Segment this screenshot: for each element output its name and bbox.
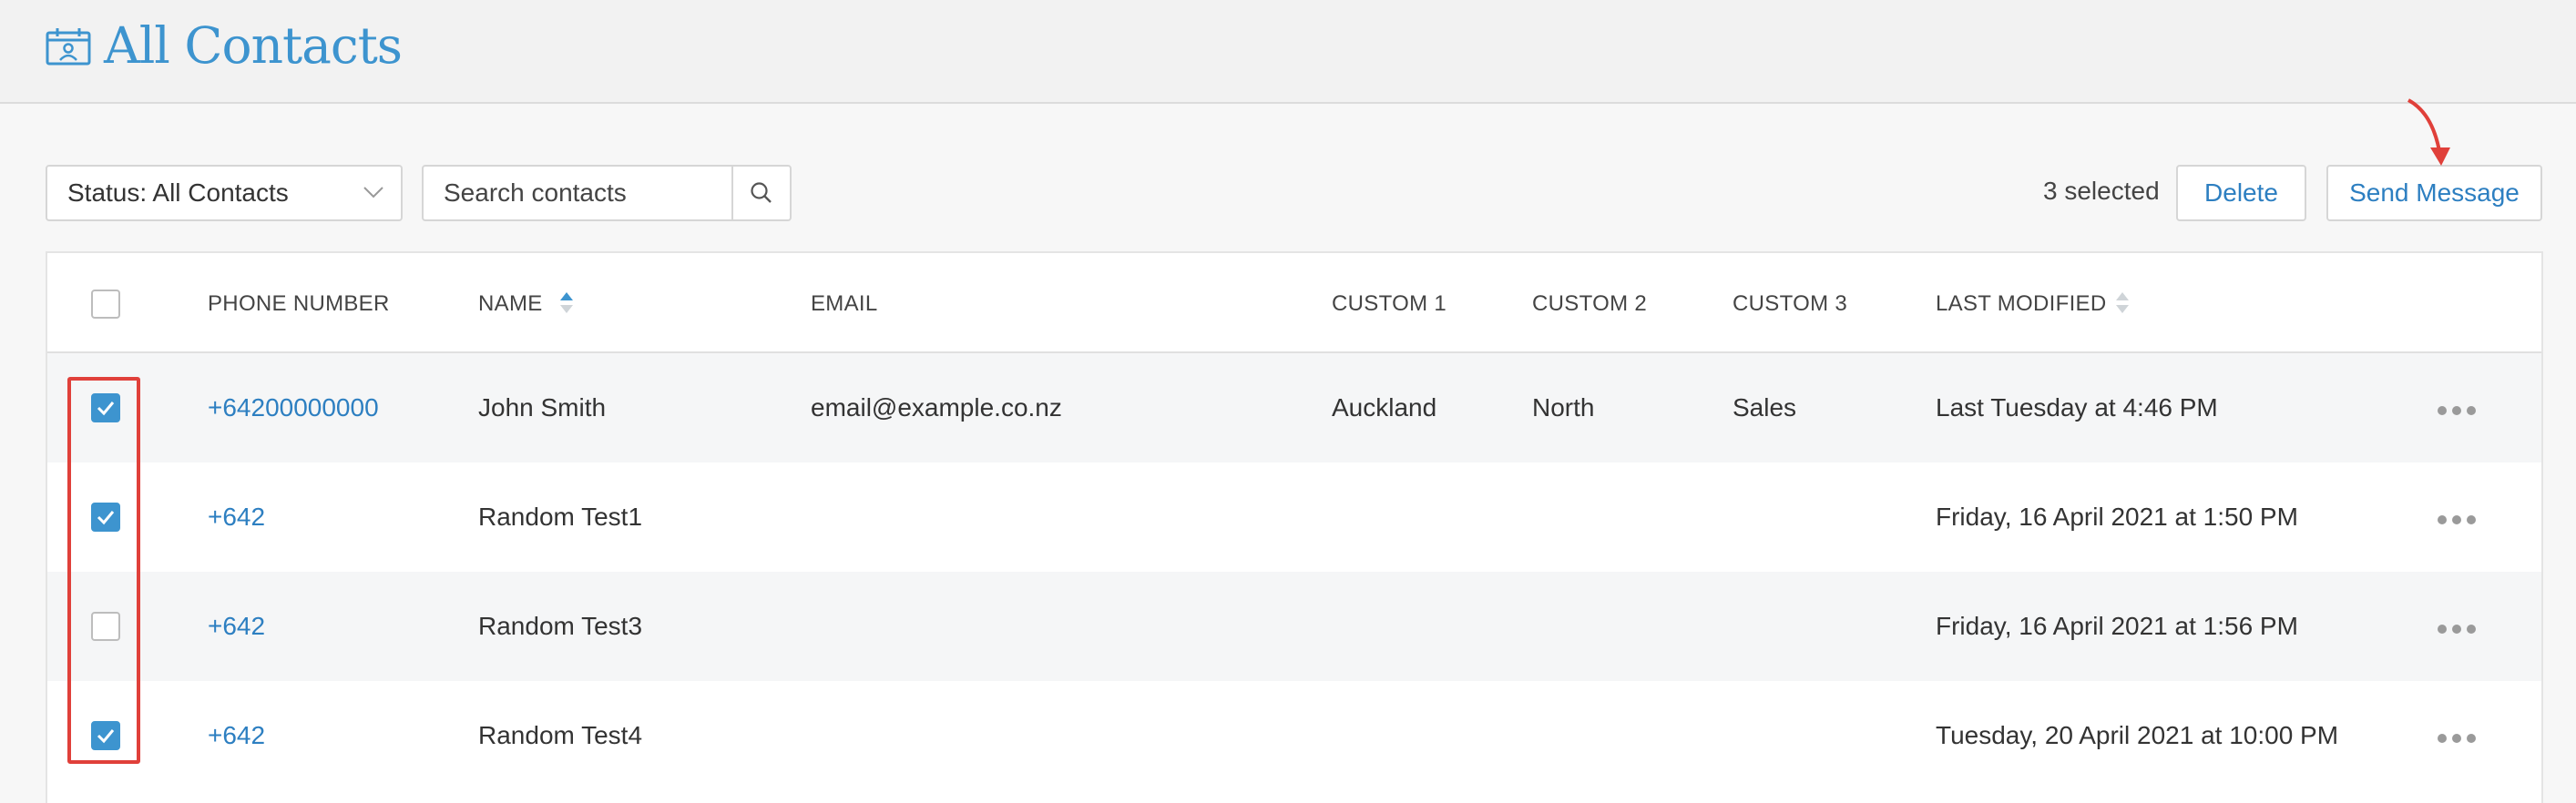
contacts-table: PHONE NUMBER NAME EMAIL CUSTOM 1 CUSTOM … [46, 251, 2543, 803]
contact-name: Random Test1 [478, 503, 643, 531]
sort-icon[interactable] [2115, 291, 2130, 315]
contact-custom3: Sales [1733, 393, 1797, 422]
contact-email: email@example.co.nz [811, 393, 1062, 422]
phone-link[interactable]: +642 [208, 503, 265, 532]
contact-name: Random Test4 [478, 721, 643, 749]
more-options-icon[interactable] [2438, 406, 2476, 415]
last-modified: Tuesday, 20 April 2021 at 10:00 PM [1936, 721, 2339, 749]
column-header-email[interactable]: EMAIL [811, 291, 878, 317]
row-checkbox[interactable] [91, 721, 120, 750]
more-options-icon[interactable] [2438, 515, 2476, 524]
column-header-last-modified[interactable]: LAST MODIFIED [1936, 291, 2107, 317]
search-input[interactable] [424, 167, 733, 219]
column-header-phone[interactable]: PHONE NUMBER [208, 291, 390, 317]
column-header-custom3[interactable]: CUSTOM 3 [1733, 291, 1847, 317]
row-checkbox[interactable] [91, 503, 120, 532]
table-row[interactable]: +64200000000 John Smith email@example.co… [47, 353, 2541, 462]
phone-link[interactable]: +642 [208, 612, 265, 641]
more-options-icon[interactable] [2438, 734, 2476, 743]
phone-link[interactable]: +64200000000 [208, 393, 379, 422]
phone-link[interactable]: +642 [208, 721, 265, 750]
row-checkbox[interactable] [91, 612, 120, 641]
table-row[interactable]: +642 Random Test1 Friday, 16 April 2021 … [47, 462, 2541, 572]
select-all-checkbox[interactable] [91, 290, 120, 319]
search-box [422, 165, 792, 221]
annotation-arrow-icon [2407, 98, 2450, 166]
checkmark-icon [97, 402, 115, 416]
sort-ascending-icon[interactable] [559, 291, 574, 315]
page-header: All Contacts [0, 0, 2576, 104]
delete-button[interactable]: Delete [2176, 165, 2306, 221]
contact-name: Random Test3 [478, 612, 643, 640]
selected-count: 3 selected [2043, 177, 2160, 205]
column-header-custom2[interactable]: CUSTOM 2 [1532, 291, 1647, 317]
column-header-name[interactable]: NAME [478, 291, 543, 317]
calendar-contact-icon [46, 28, 91, 66]
contact-custom1: Auckland [1332, 393, 1437, 422]
checkmark-icon [97, 511, 115, 525]
more-options-icon[interactable] [2438, 625, 2476, 634]
chevron-down-icon [363, 187, 383, 198]
table-header: PHONE NUMBER NAME EMAIL CUSTOM 1 CUSTOM … [47, 253, 2541, 353]
table-row[interactable]: +642 Random Test3 Friday, 16 April 2021 … [47, 572, 2541, 681]
row-checkbox[interactable] [91, 393, 120, 422]
last-modified: Friday, 16 April 2021 at 1:56 PM [1936, 612, 2298, 640]
search-icon [751, 182, 772, 203]
send-message-button[interactable]: Send Message [2326, 165, 2542, 221]
contact-name: John Smith [478, 393, 607, 422]
last-modified: Friday, 16 April 2021 at 1:50 PM [1936, 503, 2298, 531]
last-modified: Last Tuesday at 4:46 PM [1936, 393, 2218, 422]
column-header-custom1[interactable]: CUSTOM 1 [1332, 291, 1446, 317]
table-row[interactable]: +642 Random Test4 Tuesday, 20 April 2021… [47, 681, 2541, 790]
checkmark-icon [97, 729, 115, 744]
status-filter-select[interactable]: Status: All Contacts [46, 165, 403, 221]
contact-custom2: North [1532, 393, 1595, 422]
status-filter-value: Status: All Contacts [67, 178, 289, 207]
page-title: All Contacts [104, 16, 403, 75]
search-button[interactable] [731, 167, 790, 219]
